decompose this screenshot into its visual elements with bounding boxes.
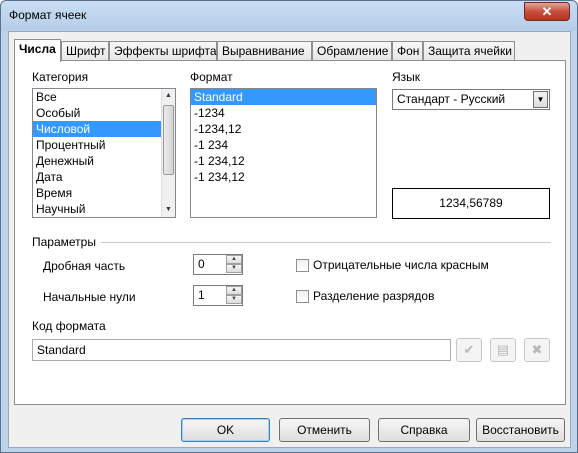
title-bar[interactable]: Формат ячеек ✕ (1, 1, 577, 31)
format-label: Формат (190, 70, 233, 84)
reset-button[interactable]: Восстановить (476, 418, 565, 442)
category-list[interactable]: Все Особый Числовой Процентный Денежный … (32, 88, 176, 218)
list-item[interactable]: -1 234,12 (191, 169, 376, 185)
thousands-separator-checkbox[interactable] (296, 290, 309, 303)
dialog-client-area: Числа Шрифт Эффекты шрифта Выравнивание … (8, 31, 571, 448)
decimal-places-label: Дробная часть (43, 259, 126, 273)
spin-down-icon[interactable]: ▼ (226, 264, 242, 273)
ok-button[interactable]: OK (181, 418, 270, 442)
checkmark-icon[interactable]: ✔ (456, 338, 482, 362)
spin-up-icon[interactable]: ▲ (226, 255, 242, 264)
clipboard-icon[interactable]: ▤ (490, 338, 516, 362)
help-button[interactable]: Справка (378, 418, 470, 442)
options-group-title: Параметры (32, 235, 96, 249)
format-cells-dialog: Формат ячеек ✕ Числа Шрифт Эффекты шрифт… (0, 0, 578, 453)
tab-background[interactable]: Фон (392, 41, 423, 61)
category-scrollbar[interactable]: ▲ ▼ (161, 89, 175, 217)
list-item-selected[interactable]: Числовой (33, 121, 161, 137)
spin-up-icon[interactable]: ▲ (226, 286, 242, 295)
leading-zeros-label: Начальные нули (43, 290, 136, 304)
list-item[interactable]: Дата (33, 169, 175, 185)
tab-cell-protection[interactable]: Защита ячейки (423, 41, 515, 61)
tab-borders[interactable]: Обрамление (312, 41, 392, 61)
list-item[interactable]: -1234,12 (191, 121, 376, 137)
format-code-label: Код формата (32, 319, 106, 333)
list-item[interactable]: -1234 (191, 105, 376, 121)
close-icon[interactable]: ✕ (524, 2, 570, 21)
scroll-thumb[interactable] (163, 105, 174, 175)
spin-down-icon[interactable]: ▼ (226, 295, 242, 304)
dialog-title: Формат ячеек (9, 8, 87, 22)
decimal-places-spinner[interactable]: 0 ▲ ▼ (193, 254, 243, 275)
language-dropdown[interactable]: Стандарт - Русский ▼ (392, 89, 550, 110)
format-code-input[interactable]: Standard (32, 339, 451, 361)
list-item[interactable]: Научный (33, 201, 175, 217)
delete-icon[interactable]: ✖ (524, 338, 550, 362)
numbers-tab-panel: Категория Все Особый Числовой Процентный… (14, 60, 566, 405)
tab-font[interactable]: Шрифт (61, 41, 109, 61)
list-item[interactable]: Время (33, 185, 175, 201)
category-label: Категория (32, 70, 89, 84)
format-list[interactable]: Standard -1234 -1234,12 -1 234 -1 234,12… (190, 88, 377, 218)
list-item-selected[interactable]: Standard (191, 89, 376, 105)
scroll-up-icon[interactable]: ▲ (162, 89, 175, 103)
list-item[interactable]: Процентный (33, 137, 175, 153)
tab-font-effects[interactable]: Эффекты шрифта (109, 41, 217, 61)
negative-red-label[interactable]: Отрицательные числа красным (313, 258, 489, 272)
group-divider (101, 242, 551, 243)
list-item[interactable]: -1 234,12 (191, 153, 376, 169)
leading-zeros-spinner[interactable]: 1 ▲ ▼ (193, 285, 243, 306)
chevron-down-icon[interactable]: ▼ (533, 91, 548, 108)
negative-red-checkbox[interactable] (296, 259, 309, 272)
format-preview: 1234,56789 (392, 188, 550, 219)
list-item[interactable]: Особый (33, 105, 175, 121)
list-item[interactable]: Все (33, 89, 175, 105)
leading-zeros-value: 1 (198, 288, 205, 302)
decimal-places-value: 0 (198, 257, 205, 271)
tab-alignment[interactable]: Выравнивание (217, 41, 312, 61)
scroll-down-icon[interactable]: ▼ (162, 203, 175, 217)
thousands-separator-label[interactable]: Разделение разрядов (313, 289, 434, 303)
list-item[interactable]: -1 234 (191, 137, 376, 153)
language-label: Язык (392, 70, 421, 84)
language-value: Стандарт - Русский (397, 92, 506, 106)
tab-numbers[interactable]: Числа (14, 39, 61, 62)
cancel-button[interactable]: Отменить (279, 418, 370, 442)
list-item[interactable]: Денежный (33, 153, 175, 169)
